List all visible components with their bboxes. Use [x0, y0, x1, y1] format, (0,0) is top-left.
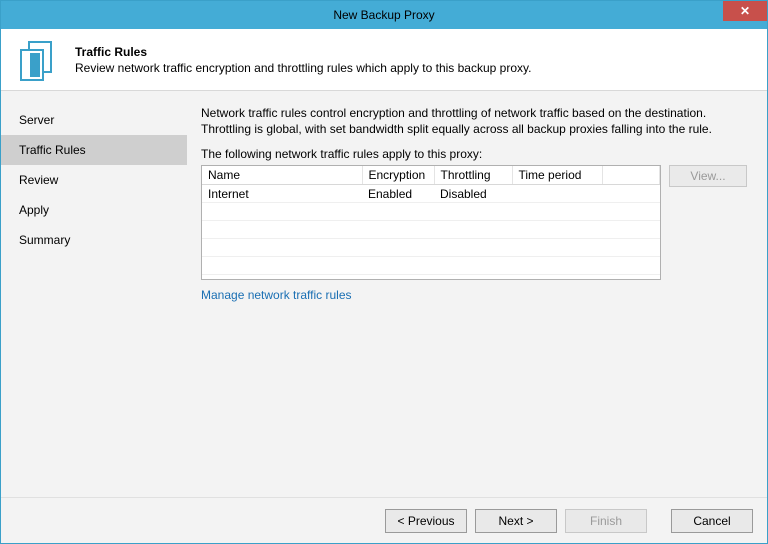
col-time-period[interactable]: Time period [512, 166, 602, 185]
table-row: . [202, 239, 660, 257]
table-row: . [202, 257, 660, 275]
col-encryption[interactable]: Encryption [362, 166, 434, 185]
view-button: View... [669, 165, 747, 187]
intro-text: Network traffic rules control encryption… [201, 105, 753, 137]
cell-encryption: Enabled [362, 185, 434, 203]
step-server[interactable]: Server [1, 105, 187, 135]
wizard-body: Server Traffic Rules Review Apply Summar… [1, 91, 767, 497]
table-row: . [202, 221, 660, 239]
close-icon: ✕ [740, 4, 750, 18]
rules-table[interactable]: Name Encryption Throttling Time period I… [201, 165, 661, 280]
manage-rules-link[interactable]: Manage network traffic rules [201, 288, 352, 302]
cell-time-period [512, 185, 602, 203]
col-throttling[interactable]: Throttling [434, 166, 512, 185]
wizard-icon-wrap [1, 41, 75, 79]
wizard-main: Network traffic rules control encryption… [187, 91, 767, 497]
finish-button: Finish [565, 509, 647, 533]
traffic-rules-icon [18, 41, 58, 79]
wizard-footer: < Previous Next > Finish Cancel [1, 497, 767, 543]
step-summary[interactable]: Summary [1, 225, 187, 255]
table-row[interactable]: Internet Enabled Disabled [202, 185, 660, 203]
previous-button[interactable]: < Previous [385, 509, 467, 533]
wizard-header: Traffic Rules Review network traffic enc… [1, 29, 767, 91]
titlebar: New Backup Proxy ✕ [1, 1, 767, 29]
wizard-steps: Server Traffic Rules Review Apply Summar… [1, 91, 187, 497]
table-row: . [202, 203, 660, 221]
table-header-row: Name Encryption Throttling Time period [202, 166, 660, 185]
col-name[interactable]: Name [202, 166, 362, 185]
close-button[interactable]: ✕ [723, 1, 767, 21]
dialog-window: New Backup Proxy ✕ Traffic Rules Review … [0, 0, 768, 544]
window-title: New Backup Proxy [333, 8, 434, 22]
table-wrap: Name Encryption Throttling Time period I… [201, 165, 753, 280]
step-apply[interactable]: Apply [1, 195, 187, 225]
table-label: The following network traffic rules appl… [201, 147, 753, 161]
wizard-header-text: Traffic Rules Review network traffic enc… [75, 45, 759, 75]
wizard-title: Traffic Rules [75, 45, 759, 59]
step-traffic-rules[interactable]: Traffic Rules [1, 135, 187, 165]
col-spacer [602, 166, 660, 185]
cell-name: Internet [202, 185, 362, 203]
wizard-subtitle: Review network traffic encryption and th… [75, 61, 759, 75]
cancel-button[interactable]: Cancel [671, 509, 753, 533]
step-review[interactable]: Review [1, 165, 187, 195]
cell-throttling: Disabled [434, 185, 512, 203]
next-button[interactable]: Next > [475, 509, 557, 533]
